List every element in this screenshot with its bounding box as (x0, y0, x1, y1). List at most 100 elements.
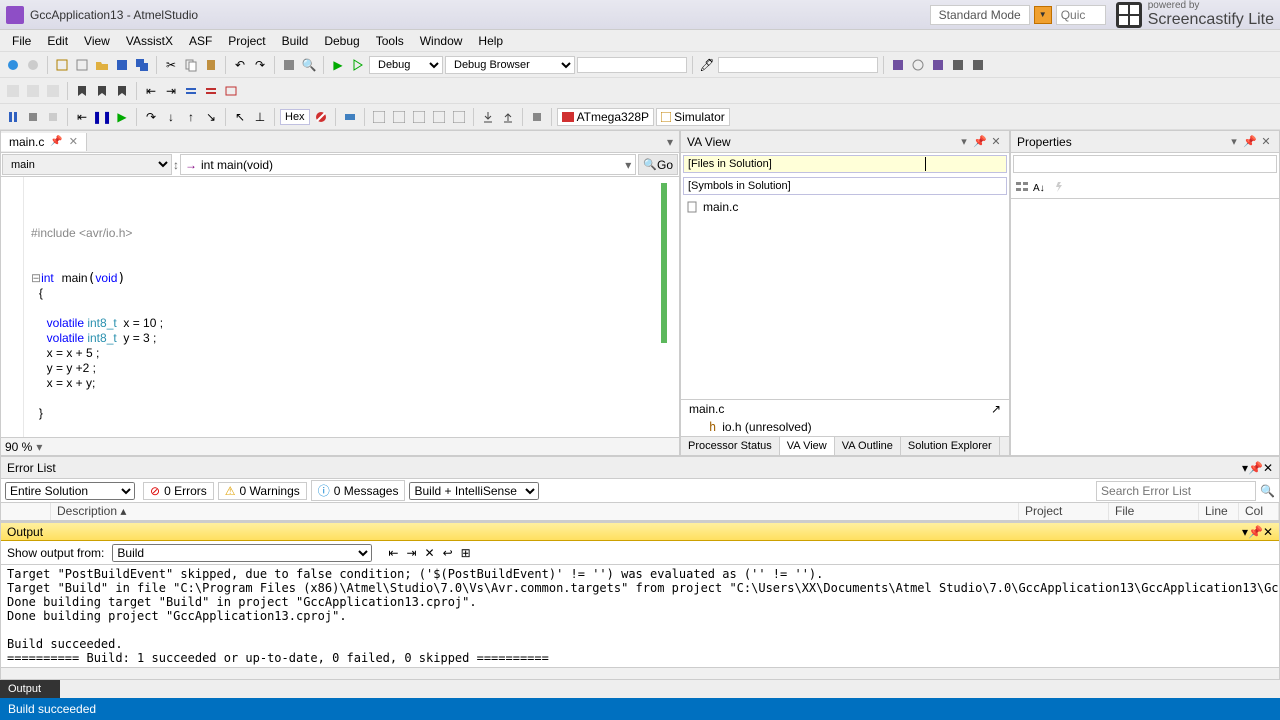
menu-debug[interactable]: Debug (316, 32, 367, 50)
undo-icon[interactable]: ↶ (231, 56, 249, 74)
panel-close-icon[interactable]: ✕ (989, 135, 1003, 149)
panel-close-icon[interactable]: ✕ (1263, 525, 1273, 539)
bookmark-prev-icon[interactable] (93, 82, 111, 100)
download-icon[interactable] (479, 108, 497, 126)
alphabetical-icon[interactable]: A↓ (1033, 180, 1045, 194)
solution-platforms-icon[interactable] (280, 56, 298, 74)
break-all-icon[interactable] (4, 108, 22, 126)
panel-dropdown-icon[interactable]: ▾ (1227, 135, 1241, 149)
add-item-icon[interactable] (73, 56, 91, 74)
upload-icon[interactable] (499, 108, 517, 126)
ext1-icon[interactable] (889, 56, 907, 74)
output-wrap-icon[interactable]: ↩ (443, 546, 453, 560)
tool-selector[interactable]: Simulator (656, 108, 730, 126)
mode-dropdown[interactable]: Standard Mode (930, 5, 1030, 25)
disable-breakpoint-icon[interactable] (312, 108, 330, 126)
find-icon[interactable]: 🔍 (300, 56, 318, 74)
tree-file-node[interactable]: main.c (687, 199, 1003, 215)
win1-icon[interactable] (370, 108, 388, 126)
output-prev-icon[interactable]: ⇤ (388, 546, 398, 560)
menu-tools[interactable]: Tools (368, 32, 412, 50)
ext4-icon[interactable] (949, 56, 967, 74)
col-project[interactable]: Project (1019, 503, 1109, 520)
pin-icon[interactable]: 📌 (50, 136, 62, 147)
continue-icon[interactable]: ▶ (113, 108, 131, 126)
comment-icon[interactable] (182, 82, 200, 100)
toggle1-icon[interactable] (4, 82, 22, 100)
new-project-icon[interactable] (53, 56, 71, 74)
output-clear-icon[interactable]: ✕ (425, 546, 435, 560)
nav-back-icon[interactable] (4, 56, 22, 74)
tab-va-view[interactable]: VA View (780, 437, 835, 455)
menu-view[interactable]: View (76, 32, 118, 50)
copy-icon[interactable] (182, 56, 200, 74)
search-combo[interactable] (718, 57, 878, 73)
brush-icon[interactable]: 🖊 (698, 56, 716, 74)
menu-file[interactable]: File (4, 32, 39, 50)
output-text[interactable]: Target "PostBuildEvent" skipped, due to … (1, 565, 1279, 667)
find-combo[interactable] (577, 57, 687, 73)
close-icon[interactable]: ✕ (69, 135, 78, 148)
reset-icon[interactable]: ⊥ (251, 108, 269, 126)
col-col[interactable]: Col (1239, 503, 1279, 520)
cursor-icon[interactable]: ↖ (231, 108, 249, 126)
nav-forward-icon[interactable] (24, 56, 42, 74)
code-editor[interactable]: #include <avr/io.h> ⊟int main(void) { vo… (1, 177, 679, 437)
step-over-icon[interactable]: ↷ (142, 108, 160, 126)
panel-pin-icon[interactable]: 📌 (1248, 525, 1263, 539)
function-dropdown[interactable]: → int main(void) ▾ (180, 154, 636, 175)
menu-help[interactable]: Help (470, 32, 511, 50)
bookmark-icon[interactable] (73, 82, 91, 100)
errors-filter[interactable]: ⊘0 Errors (143, 482, 214, 500)
menu-window[interactable]: Window (412, 32, 471, 50)
error-scope-dropdown[interactable]: Entire Solution (5, 482, 135, 500)
uncomment-icon[interactable] (202, 82, 220, 100)
menu-vassistx[interactable]: VAssistX (118, 32, 181, 50)
config-dropdown[interactable]: Debug (369, 56, 443, 74)
symbols-filter-input[interactable] (683, 177, 1007, 195)
quick-launch-input[interactable] (1056, 5, 1106, 25)
toggle2-icon[interactable] (24, 82, 42, 100)
ext2-icon[interactable] (909, 56, 927, 74)
start-without-debug-icon[interactable] (349, 56, 367, 74)
panel-pin-icon[interactable]: 📌 (1248, 461, 1263, 475)
tab-processor-status[interactable]: Processor Status (681, 437, 780, 455)
browser-dropdown[interactable]: Debug Browser (445, 56, 575, 74)
win3-icon[interactable] (410, 108, 428, 126)
panel-pin-icon[interactable]: 📌 (1243, 135, 1257, 149)
win2-icon[interactable] (390, 108, 408, 126)
tab-solution-explorer[interactable]: Solution Explorer (901, 437, 1000, 455)
zoom-level[interactable]: 90 % (5, 440, 32, 454)
pause-icon[interactable]: ❚❚ (93, 108, 111, 126)
events-icon[interactable] (1053, 181, 1065, 193)
stop-debug-icon[interactable] (24, 108, 42, 126)
bookmark-next-icon[interactable] (113, 82, 131, 100)
unresolved-row[interactable]: h io.h (unresolved) (681, 418, 1009, 436)
go-button[interactable]: 🔍Go (638, 154, 678, 175)
scope-dropdown[interactable]: main (2, 154, 172, 175)
hovered-file-row[interactable]: main.c ↗ (681, 400, 1009, 418)
messages-filter[interactable]: ⓘ0 Messages (311, 480, 406, 501)
output-toggle-icon[interactable]: ⊞ (461, 546, 471, 560)
error-search-input[interactable] (1096, 481, 1256, 501)
output-bottom-tab[interactable]: Output (0, 680, 60, 698)
menu-project[interactable]: Project (220, 32, 273, 50)
device-prog-icon[interactable] (341, 108, 359, 126)
step-out-icon[interactable]: ↑ (182, 108, 200, 126)
indent-less-icon[interactable]: ⇤ (142, 82, 160, 100)
col-file[interactable]: File (1109, 503, 1199, 520)
output-source-dropdown[interactable]: Build (112, 544, 372, 562)
hex-toggle[interactable]: Hex (280, 109, 310, 125)
win4-icon[interactable] (430, 108, 448, 126)
panel-close-icon[interactable]: ✕ (1259, 135, 1273, 149)
output-next-icon[interactable]: ⇥ (406, 546, 416, 560)
restart-icon[interactable] (44, 108, 62, 126)
col-line[interactable]: Line (1199, 503, 1239, 520)
panel-dropdown-icon[interactable]: ▾ (957, 135, 971, 149)
format-icon[interactable] (222, 82, 240, 100)
paste-icon[interactable] (202, 56, 220, 74)
panel-pin-icon[interactable]: 📌 (973, 135, 987, 149)
categorized-icon[interactable] (1015, 180, 1029, 194)
col-description[interactable]: Description ▴ (51, 503, 1019, 520)
chip-icon[interactable] (528, 108, 546, 126)
